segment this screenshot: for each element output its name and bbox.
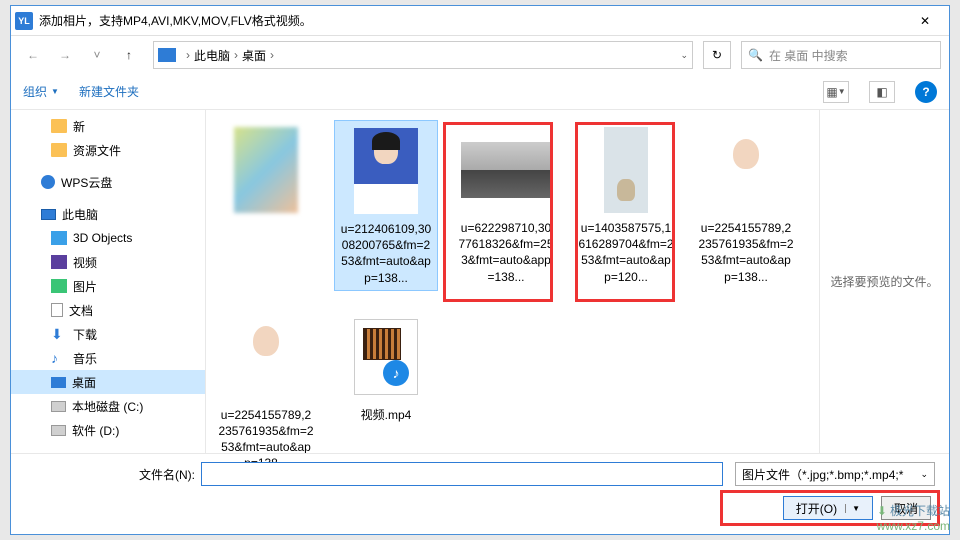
titlebar: YL 添加相片，支持MP4,AVI,MKV,MOV,FLV格式视频。 ✕ [11, 6, 949, 36]
file-label: u=212406109,3008200765&fm=253&fmt=auto&a… [339, 221, 433, 286]
filename-input[interactable] [201, 462, 723, 486]
sidebar-item-label: 音乐 [73, 350, 97, 367]
sidebar-item-11[interactable]: 本地磁盘 (C:) [11, 394, 205, 418]
breadcrumb-dropdown-icon[interactable]: ⌄ [680, 50, 688, 61]
file-open-dialog: YL 添加相片，支持MP4,AVI,MKV,MOV,FLV格式视频。 ✕ ← →… [10, 5, 950, 535]
sidebar: 新资源文件 WPS云盘此电脑 3D Objects 视频图片文档 ⬇下载♪音乐桌面本地磁… [11, 110, 206, 453]
file-type-filter[interactable]: 图片文件（*.jpg;*.bmp;*.mp4;*⌄ [735, 462, 935, 486]
bottom-bar: 文件名(N): 图片文件（*.jpg;*.bmp;*.mp4;*⌄ 打开(O)▼… [11, 453, 949, 534]
sidebar-item-label: 此电脑 [62, 206, 98, 223]
close-button[interactable]: ✕ [905, 7, 945, 35]
sidebar-item-label: 图片 [73, 278, 97, 295]
image-thumb [714, 127, 778, 213]
filename-label: 文件名(N): [25, 466, 195, 483]
nav-bar: ← → ˅ ↑ › 此电脑 › 桌面 › ⌄ ↻ 🔍 在 桌面 中搜索 [11, 36, 949, 74]
search-icon: 🔍 [748, 48, 763, 62]
search-input[interactable]: 🔍 在 桌面 中搜索 [741, 41, 941, 69]
file-item-2[interactable]: u=622298710,3077618326&fm=253&fmt=auto&a… [454, 120, 558, 289]
image-thumb [234, 127, 298, 213]
video-file-icon [354, 319, 418, 395]
up-button[interactable]: ↑ [115, 41, 143, 69]
view-mode-button[interactable]: ▦ ▼ [823, 81, 849, 103]
refresh-button[interactable]: ↻ [703, 41, 731, 69]
sidebar-item-label: WPS云盘 [61, 174, 112, 191]
close-icon: ✕ [920, 14, 930, 28]
window-title: 添加相片，支持MP4,AVI,MKV,MOV,FLV格式视频。 [39, 12, 905, 29]
sidebar-item-label: 软件 (D:) [72, 422, 119, 439]
sidebar-item-5[interactable]: 视频 [11, 250, 205, 274]
breadcrumb[interactable]: › 此电脑 › 桌面 › ⌄ [153, 41, 693, 69]
breadcrumb-loc2[interactable]: 桌面 [242, 47, 266, 64]
preview-pane: 选择要预览的文件。 [819, 110, 949, 453]
sidebar-item-7[interactable]: 文档 [11, 298, 205, 322]
preview-pane-button[interactable]: ◧ [869, 81, 895, 103]
back-button[interactable]: ← [19, 41, 47, 69]
new-folder-button[interactable]: 新建文件夹 [79, 83, 139, 100]
sidebar-item-label: 新 [73, 118, 85, 135]
sidebar-item-1[interactable]: 资源文件 [11, 138, 205, 162]
file-label: 视频.mp4 [361, 407, 412, 423]
sidebar-item-12[interactable]: 软件 (D:) [11, 418, 205, 442]
file-item-4[interactable]: u=2254155789,2235761935&fm=253&fmt=auto&… [694, 120, 798, 289]
file-label: u=1403587575,1616289704&fm=253&fmt=auto&… [578, 220, 674, 285]
image-thumb [604, 127, 648, 213]
sidebar-item-label: 文档 [69, 302, 93, 319]
file-item-1[interactable]: u=212406109,3008200765&fm=253&fmt=auto&a… [334, 120, 438, 291]
file-item-6[interactable]: 视频.mp4 [334, 307, 438, 427]
cancel-button[interactable]: 取消 [881, 496, 931, 520]
breadcrumb-loc1[interactable]: 此电脑 [194, 47, 230, 64]
open-button[interactable]: 打开(O)▼ [783, 496, 873, 520]
file-item-0[interactable] [214, 120, 318, 224]
file-label: u=622298710,3077618326&fm=253&fmt=auto&a… [458, 220, 554, 285]
app-icon: YL [15, 12, 33, 30]
recent-dropdown[interactable]: ˅ [83, 41, 111, 69]
sidebar-item-8[interactable]: ⬇下载 [11, 322, 205, 346]
sidebar-item-6[interactable]: 图片 [11, 274, 205, 298]
file-grid[interactable]: u=212406109,3008200765&fm=253&fmt=auto&a… [206, 110, 819, 453]
sidebar-item-0[interactable]: 新 [11, 114, 205, 138]
organize-menu[interactable]: 组织▼ [23, 83, 59, 100]
help-button[interactable]: ? [915, 81, 937, 103]
file-label: u=2254155789,2235761935&fm=253&fmt=auto&… [698, 220, 794, 285]
sidebar-item-9[interactable]: ♪音乐 [11, 346, 205, 370]
breadcrumb-icon [158, 48, 176, 62]
sidebar-item-2[interactable]: WPS云盘 [11, 170, 205, 194]
main-area: 新资源文件 WPS云盘此电脑 3D Objects 视频图片文档 ⬇下载♪音乐桌面本地磁… [11, 110, 949, 453]
sidebar-item-4[interactable]: 3D Objects [11, 226, 205, 250]
forward-button: → [51, 41, 79, 69]
toolbar: 组织▼ 新建文件夹 ▦ ▼ ◧ ? [11, 74, 949, 110]
breadcrumb-sep: › [186, 48, 190, 62]
sidebar-item-10[interactable]: 桌面 [11, 370, 205, 394]
sidebar-item-3[interactable]: 此电脑 [11, 202, 205, 226]
sidebar-item-label: 下载 [73, 326, 97, 343]
sidebar-item-label: 桌面 [72, 374, 96, 391]
sidebar-item-label: 本地磁盘 (C:) [72, 398, 143, 415]
sidebar-item-label: 资源文件 [73, 142, 121, 159]
image-thumb [234, 314, 298, 400]
image-thumb [354, 128, 418, 214]
sidebar-item-label: 视频 [73, 254, 97, 271]
image-thumb [461, 142, 551, 198]
chevron-down-icon: ⌄ [920, 469, 928, 480]
file-item-3[interactable]: u=1403587575,1616289704&fm=253&fmt=auto&… [574, 120, 678, 289]
chevron-down-icon: ▼ [51, 87, 59, 96]
search-placeholder: 在 桌面 中搜索 [769, 47, 848, 64]
file-item-5[interactable]: u=2254155789,2235761935&fm=253&fmt=auto&… [214, 307, 318, 476]
sidebar-item-label: 3D Objects [73, 231, 132, 245]
open-split-icon[interactable]: ▼ [845, 504, 860, 513]
